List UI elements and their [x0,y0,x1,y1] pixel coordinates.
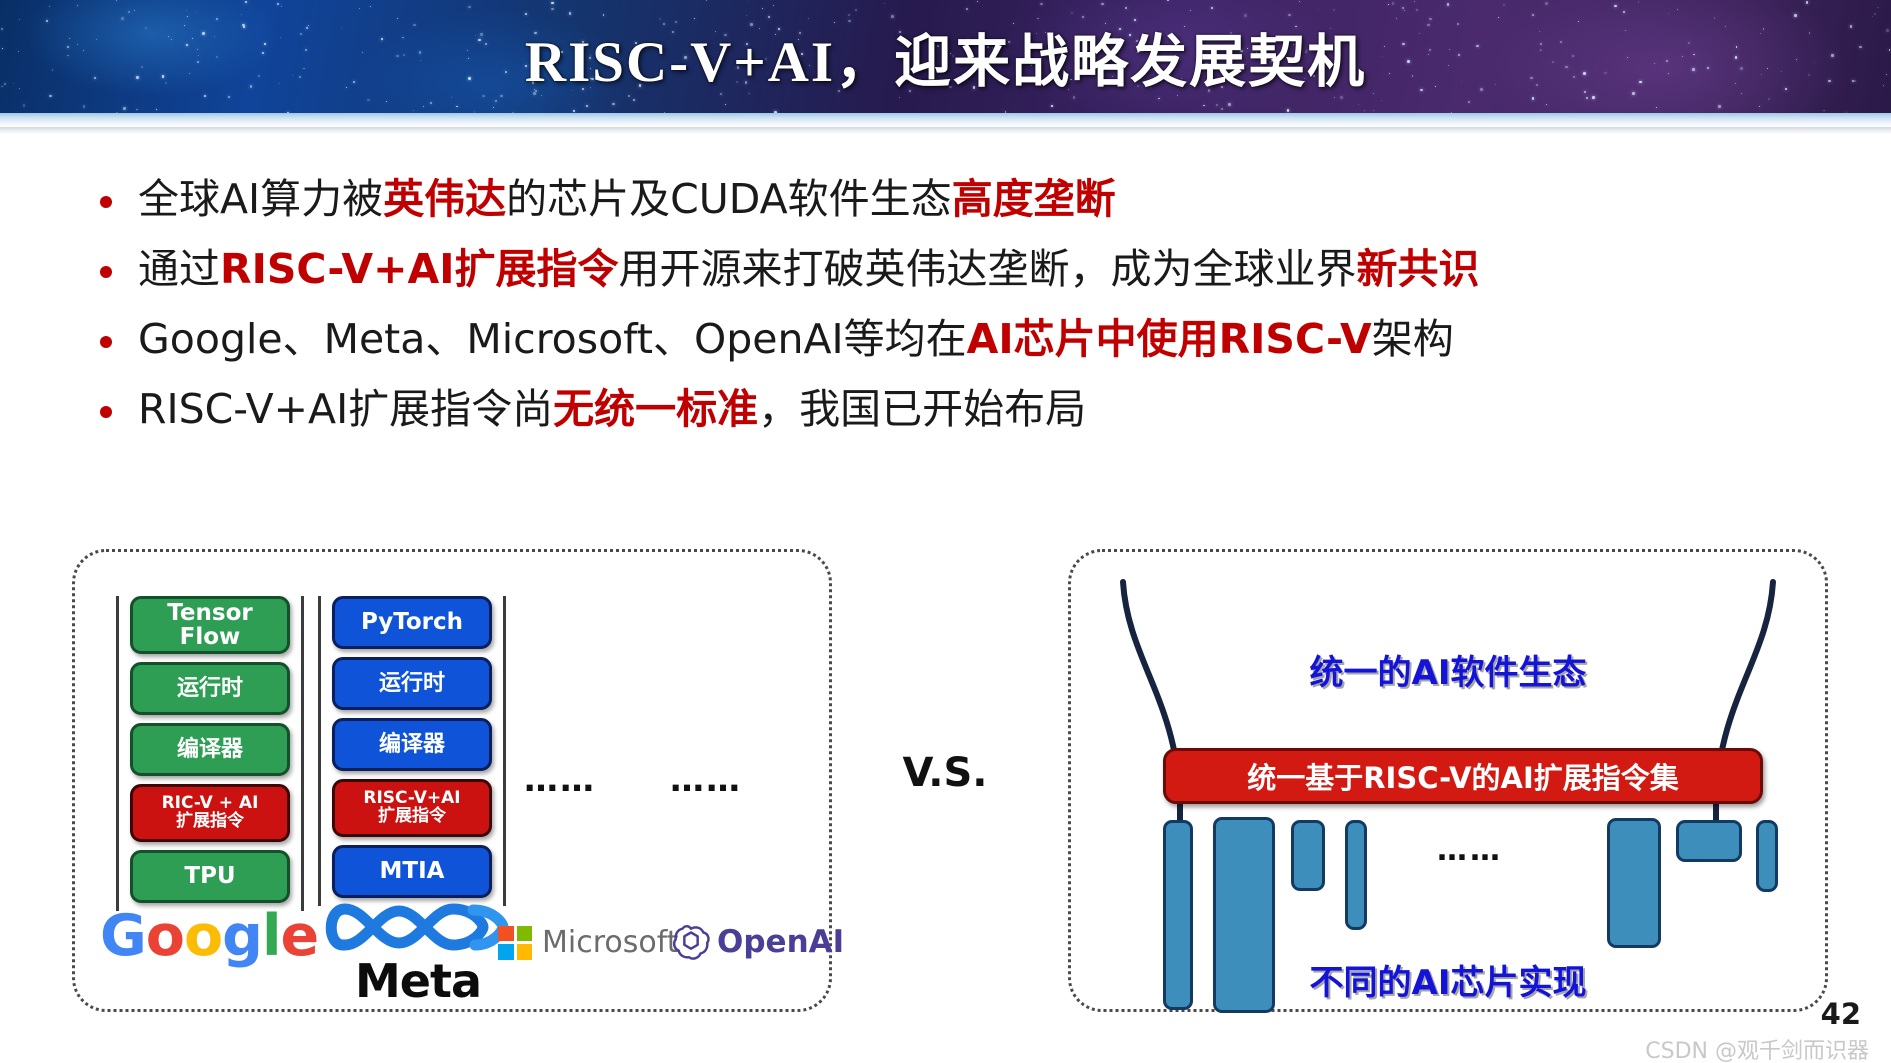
google-stack-cell-3: RIC-V + AI 扩展指令 [130,784,290,842]
chip-block-6 [1756,820,1778,892]
cell-line-1: PyTorch [360,609,464,636]
cell-line-1: 运行时 [378,670,445,696]
cell-line-1: 编译器 [176,736,243,762]
meta-infinity-icon [325,903,509,951]
google-stack-cell-2: 编译器 [130,723,290,776]
header-shadow [0,127,1891,134]
bullet-1: 全球AI算力被英伟达的芯片及CUDA软件生态高度垄断 [100,172,1840,226]
unified-isa-bar: 统一基于RISC-V的AI扩展指令集 [1163,748,1763,804]
openai-logo: OpenAI [672,923,844,961]
text-segment: 用开源来打破英伟达垄断，成为全球业界 [618,245,1357,294]
stack-rail-left [318,596,321,906]
bullet-3-text: Google、Meta、Microsoft、OpenAI等均在AI芯片中使用RI… [138,312,1454,366]
bullet-list: 全球AI算力被英伟达的芯片及CUDA软件生态高度垄断 通过RISC-V+AI扩展指… [100,172,1840,452]
google-stack-cell-4: TPU [130,850,290,903]
text-segment: 高度垄断 [951,175,1116,223]
google-letter-4: l [261,903,282,969]
microsoft-wordmark: Microsoft [542,925,679,960]
meta-logo: Meta [323,893,513,1008]
cell-line-1: Tensor [167,599,253,626]
watermark: CSDN @观千剑而识器 [1645,1039,1869,1063]
bullet-dot-icon [100,266,112,279]
chip-block-2 [1291,820,1325,891]
text-segment: 新共识 [1356,245,1480,294]
meta-stack-cell-1: 运行时 [332,657,492,710]
text-segment: 通过 [138,245,220,294]
page-number: 42 [1820,997,1861,1031]
text-segment: ，我国已开始布局 [758,385,1087,434]
different-chips-label: 不同的AI芯片实现 [1309,963,1587,1003]
text-segment: RISC-V+AI扩展指令尚 [138,385,554,434]
google-logo: Google [100,903,320,969]
stack-rail-left [116,596,119,911]
meta-stack-cell-3: RISC-V+AI 扩展指令 [332,779,492,837]
header-underline [0,113,1891,127]
openai-wordmark: OpenAI [717,924,845,960]
google-letter-1: o [145,903,185,969]
text-segment: Google、Meta、Microsoft、OpenAI等均在 [138,315,967,364]
cell-line-1: 运行时 [176,675,243,701]
google-letter-3: g [222,903,263,969]
bullet-dot-icon [100,406,112,419]
bullet-1-text: 全球AI算力被英伟达的芯片及CUDA软件生态高度垄断 [138,172,1116,226]
chip-ellipsis: …… [1437,833,1503,868]
bullet-dot-icon [100,196,112,208]
cell-line-1: MTIA [379,858,445,885]
bullet-4-text: RISC-V+AI扩展指令尚无统一标准，我国已开始布局 [138,382,1086,436]
bullet-dot-icon [100,336,112,349]
bullet-4: RISC-V+AI扩展指令尚无统一标准，我国已开始布局 [100,382,1840,436]
stack-rail-right [503,596,506,906]
chip-block-3 [1345,820,1367,930]
text-segment: AI芯片中使用RISC-V [966,315,1372,364]
versus-label: V.S. [902,750,988,796]
slide-root: RISC-V+AI，迎来战略发展契机 全球AI算力被英伟达的芯片及CUDA软件生… [0,0,1891,1063]
google-stack-cell-1: 运行时 [130,662,290,715]
ellipsis-right: …… [670,760,742,800]
chip-block-5 [1676,820,1742,862]
chip-block-4 [1607,818,1661,948]
text-segment: 全球AI算力被 [138,175,384,223]
google-letter-0: G [100,903,147,969]
cell-line-2: 扩展指令 [377,806,446,826]
meta-stack-cell-2: 编译器 [332,718,492,771]
microsoft-squares-icon [498,925,532,960]
text-segment: 英伟达 [383,175,507,223]
cell-line-1: TPU [184,863,236,890]
google-letter-5: e [280,903,320,969]
cell-line-1: 编译器 [378,731,445,757]
stack-rail-right [301,596,304,911]
meta-stack-cell-4: MTIA [332,845,492,898]
text-segment: 的芯片及CUDA软件生态 [506,175,952,223]
google-stack-cell-0: Tensor Flow [130,596,290,654]
cell-line-2: Flow [179,624,241,650]
google-letter-2: o [183,903,223,969]
page-title: RISC-V+AI，迎来战略发展契机 [524,30,1367,94]
ellipsis-left: …… [524,760,596,800]
text-segment: 无统一标准 [553,385,759,434]
meta-stack-cell-0: PyTorch [332,596,492,649]
stack-google: Tensor Flow 运行时编译器 RIC-V + AI 扩展指令 TPU [116,596,304,911]
text-segment: 架构 [1371,315,1454,364]
openai-blossom-icon [672,924,710,960]
stack-meta: PyTorch 运行时编译器 RISC-V+AI 扩展指令 MTIA [318,596,506,906]
bullet-2-text: 通过RISC-V+AI扩展指令用开源来打破英伟达垄断，成为全球业界新共识 [138,242,1480,296]
text-segment: RISC-V+AI扩展指令 [220,245,619,294]
bullet-3: Google、Meta、Microsoft、OpenAI等均在AI芯片中使用RI… [100,312,1840,366]
cell-line-2: 扩展指令 [175,811,244,831]
bullet-2: 通过RISC-V+AI扩展指令用开源来打破英伟达垄断，成为全球业界新共识 [100,242,1840,296]
microsoft-logo: Microsoft [498,925,679,960]
meta-wordmark: Meta [354,954,482,1008]
unified-software-label: 统一的AI软件生态 [1309,653,1587,693]
